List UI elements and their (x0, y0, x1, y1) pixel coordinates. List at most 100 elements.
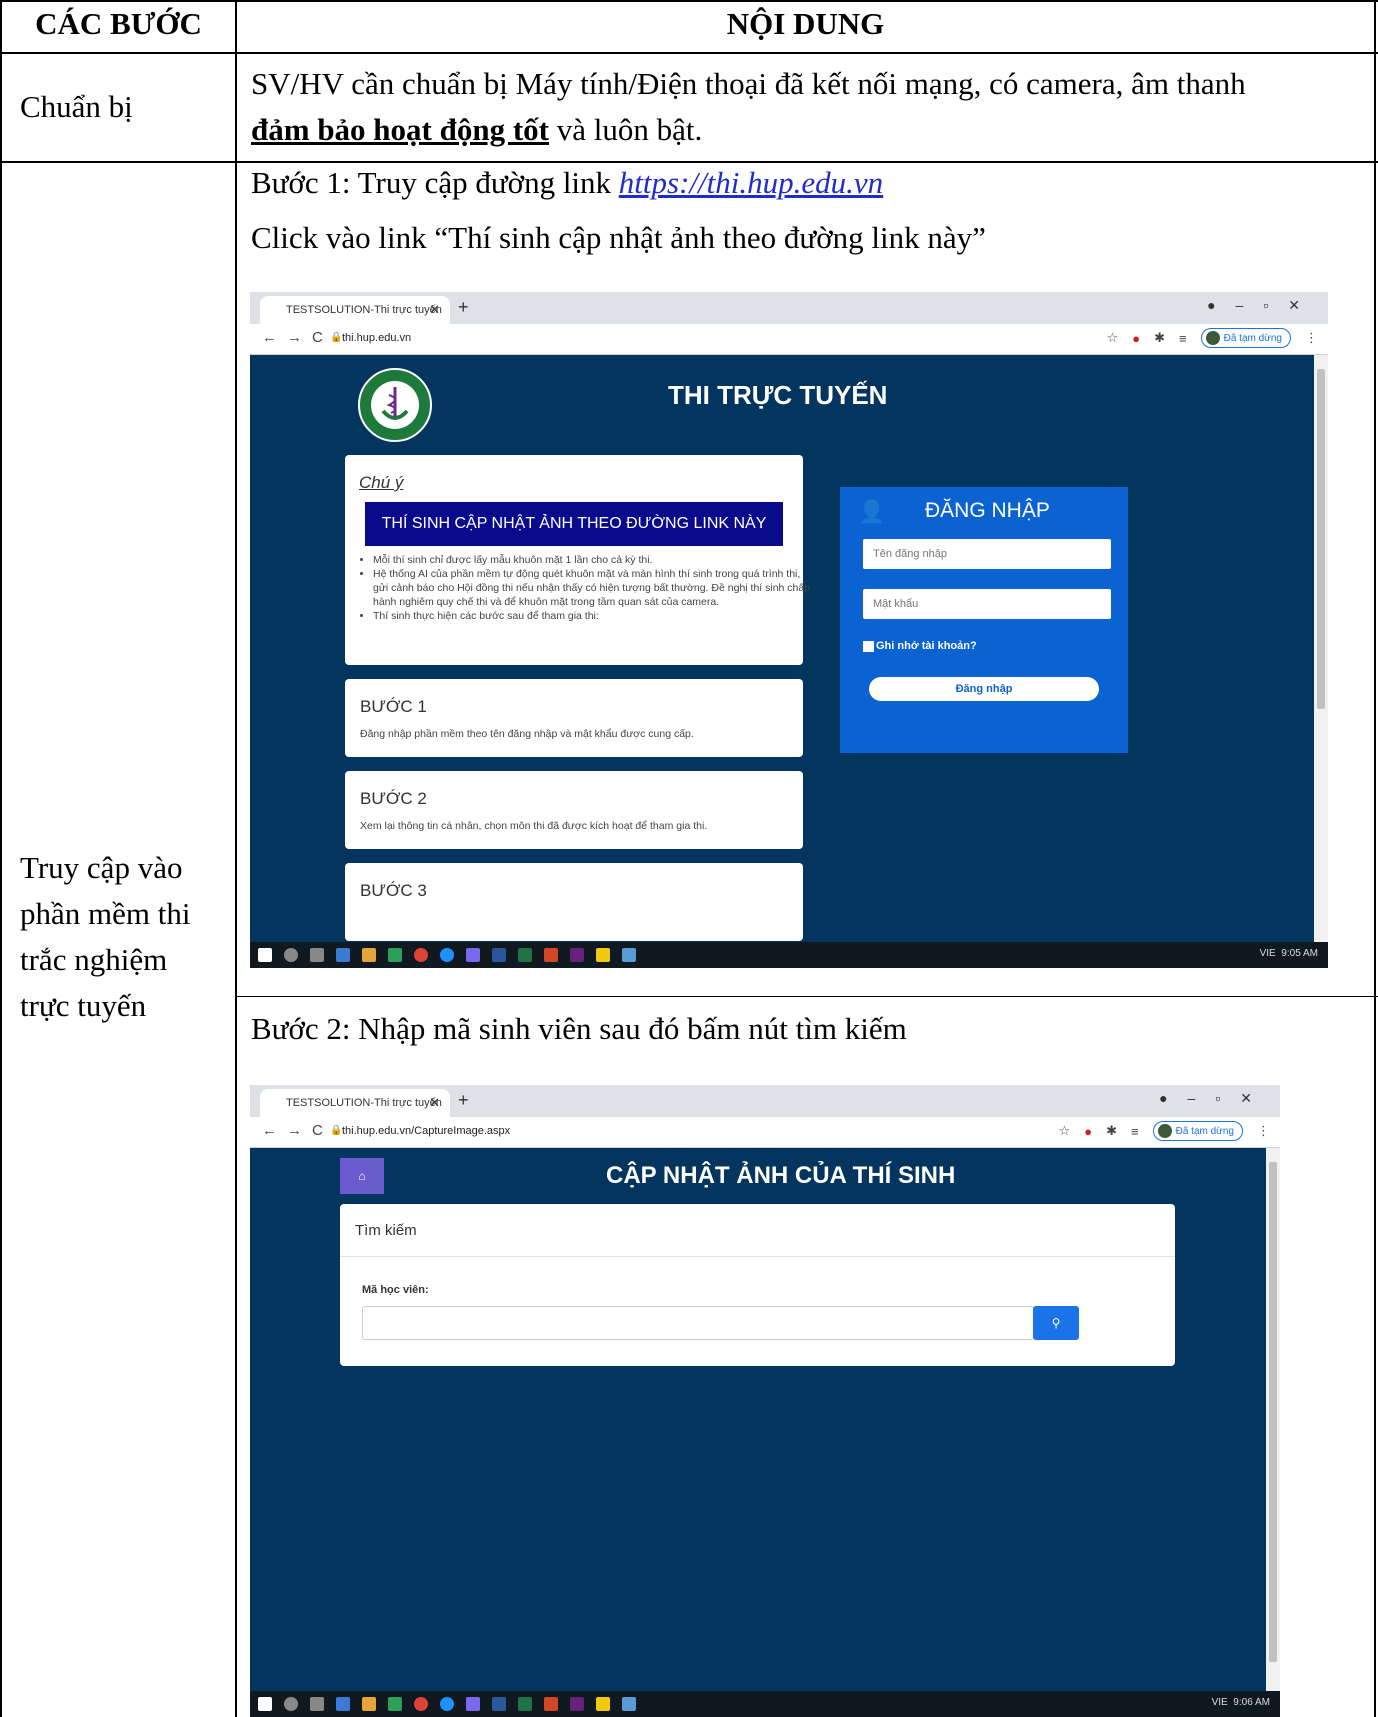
nav-buttons-icon[interactable]: ←→C (262, 1122, 333, 1139)
update-photo-button[interactable]: THÍ SINH CẬP NHẬT ẢNH THEO ĐƯỜNG LINK NÀ… (365, 502, 783, 546)
app-icon[interactable] (362, 948, 376, 962)
note-title: Chú ý (359, 473, 404, 492)
app-icon[interactable] (336, 1697, 350, 1711)
word-icon[interactable] (492, 1697, 506, 1711)
app-icon[interactable] (362, 1697, 376, 1711)
login-button[interactable]: Đăng nhập (869, 677, 1099, 701)
prepare-emphasis: đảm bảo hoạt động tốt (251, 112, 549, 147)
prepare-tail: và luôn bật. (549, 112, 703, 147)
puzzle-icon[interactable]: ✱ (1154, 330, 1165, 346)
site-link[interactable]: https://thi.hup.edu.vn (619, 165, 883, 200)
username-input[interactable] (863, 539, 1111, 569)
note-list: Mỗi thí sinh chỉ được lấy mẫu khuôn mặt … (357, 553, 813, 623)
access-label-line: Truy cập vào (20, 850, 183, 885)
page-scrollbar[interactable] (1314, 355, 1328, 942)
close-tab-icon[interactable]: ✕ (429, 1089, 440, 1117)
chrome-icon[interactable] (414, 1697, 428, 1711)
app-icon[interactable] (622, 1697, 636, 1711)
page-scrollbar[interactable] (1266, 1148, 1280, 1691)
excel-icon[interactable] (518, 1697, 532, 1711)
browser-tab[interactable]: TESTSOLUTION-Thi trực tuyến ✕ (260, 1089, 450, 1117)
powerpoint-icon[interactable] (544, 948, 558, 962)
site-title: CẬP NHẬT ẢNH CỦA THÍ SINH (606, 1162, 956, 1189)
queue-icon[interactable]: ≡ (1131, 1124, 1139, 1139)
word-icon[interactable] (492, 948, 506, 962)
star-icon[interactable]: ☆ (1107, 330, 1119, 346)
prepare-line1: SV/HV cần chuẩn bị Máy tính/Điện thoại đ… (251, 66, 1246, 101)
app-icon[interactable] (622, 948, 636, 962)
powerpoint-icon[interactable] (544, 1697, 558, 1711)
search-button[interactable]: ⚲ (1033, 1306, 1079, 1340)
login-button-label: Đăng nhập (955, 683, 1013, 695)
remember-checkbox[interactable] (863, 640, 874, 652)
student-id-input[interactable] (362, 1306, 1034, 1340)
tab-title: TESTSOLUTION-Thi trực tuyến (286, 1097, 442, 1109)
nav-buttons-icon[interactable]: ←→C (262, 329, 333, 346)
remember-row: Ghi nhớ tài khoản? (863, 640, 977, 652)
app-icon[interactable] (466, 948, 480, 962)
extension-icon[interactable]: ● (1132, 331, 1140, 346)
chrome-icon[interactable] (414, 948, 428, 962)
menu-icon[interactable]: ⋮ (1305, 330, 1318, 346)
app-icon[interactable] (388, 1697, 402, 1711)
windows-taskbar: VIE 9:06 AM (250, 1691, 1280, 1717)
tray-language[interactable]: VIE (1212, 1697, 1228, 1708)
row-access-label: Truy cập vào phần mềm thi trắc nghiệm tr… (20, 845, 190, 1029)
password-input[interactable] (863, 589, 1111, 619)
app-icon[interactable] (336, 948, 350, 962)
site-title: THI TRỰC TUYẾN (668, 380, 888, 410)
search-icon[interactable] (284, 1697, 298, 1711)
new-tab-icon[interactable]: + (458, 297, 469, 318)
queue-icon[interactable]: ≡ (1179, 331, 1187, 346)
url-field[interactable]: thi.hup.edu.vn/CaptureImage.aspx (342, 1125, 510, 1137)
app-icon[interactable] (466, 1697, 480, 1711)
menu-icon[interactable]: ⋮ (1257, 1123, 1270, 1139)
edge-icon[interactable] (440, 1697, 454, 1711)
windows-start-icon[interactable] (258, 1697, 272, 1711)
search-panel: Tìm kiếm Mã học viên: ⚲ (340, 1204, 1175, 1366)
browser-tab[interactable]: TESTSOLUTION-Thi trực tuyến ✕ (260, 296, 450, 324)
windows-start-icon[interactable] (258, 948, 272, 962)
access-label-line: phần mềm thi (20, 896, 191, 931)
extension-icon[interactable]: ● (1084, 1124, 1092, 1139)
url-field[interactable]: thi.hup.edu.vn (342, 332, 411, 344)
access-label-line: trắc nghiệm (20, 942, 168, 977)
new-tab-icon[interactable]: + (458, 1090, 469, 1111)
app-icon[interactable] (570, 1697, 584, 1711)
tray-clock[interactable]: 9:05 AM (1281, 948, 1318, 959)
login-title: ĐĂNG NHẬP (925, 499, 1050, 522)
edge-icon[interactable] (440, 948, 454, 962)
profile-button[interactable]: Đã tạm dừng (1200, 328, 1291, 348)
taskbar-icons (258, 1697, 636, 1711)
browser-tools: ☆ ● ✱ ≡ Đã tạm dừng ⋮ (1059, 1121, 1270, 1141)
scroll-thumb[interactable] (1269, 1162, 1277, 1662)
windows-taskbar: VIE 9:05 AM (250, 942, 1328, 968)
app-icon[interactable] (596, 1697, 610, 1711)
home-button[interactable]: ⌂ (340, 1158, 384, 1194)
app-icon[interactable] (596, 948, 610, 962)
step1-prefix: Bước 1: Truy cập đường link (251, 165, 619, 200)
search-panel-title: Tìm kiếm (355, 1222, 417, 1239)
excel-icon[interactable] (518, 948, 532, 962)
window-controls[interactable]: ●–▫✕ (1207, 297, 1320, 314)
star-icon[interactable]: ☆ (1059, 1123, 1071, 1139)
tray-clock[interactable]: 9:06 AM (1233, 1697, 1270, 1708)
task-view-icon[interactable] (310, 948, 324, 962)
tray-language[interactable]: VIE (1260, 948, 1276, 959)
close-tab-icon[interactable]: ✕ (429, 296, 440, 324)
panel-divider (340, 1256, 1175, 1257)
puzzle-icon[interactable]: ✱ (1106, 1123, 1117, 1139)
step-card: BƯỚC 3 (345, 863, 803, 941)
task-view-icon[interactable] (310, 1697, 324, 1711)
avatar (1205, 331, 1220, 345)
screenshot-login-page: TESTSOLUTION-Thi trực tuyến ✕ + ●–▫✕ ←→C… (250, 292, 1328, 968)
site-page: THI TRỰC TUYẾN Chú ý THÍ SINH CẬP NHẬT Ả… (250, 355, 1314, 942)
update-photo-label: THÍ SINH CẬP NHẬT ẢNH THEO ĐƯỜNG LINK NÀ… (381, 515, 767, 532)
profile-button[interactable]: Đã tạm dừng (1152, 1121, 1243, 1141)
app-icon[interactable] (570, 948, 584, 962)
scroll-thumb[interactable] (1317, 369, 1325, 709)
app-icon[interactable] (388, 948, 402, 962)
search-icon[interactable] (284, 948, 298, 962)
window-controls[interactable]: ●–▫✕ (1159, 1090, 1272, 1107)
screenshot-capture-page: TESTSOLUTION-Thi trực tuyến ✕ + ●–▫✕ ←→C… (250, 1085, 1280, 1717)
